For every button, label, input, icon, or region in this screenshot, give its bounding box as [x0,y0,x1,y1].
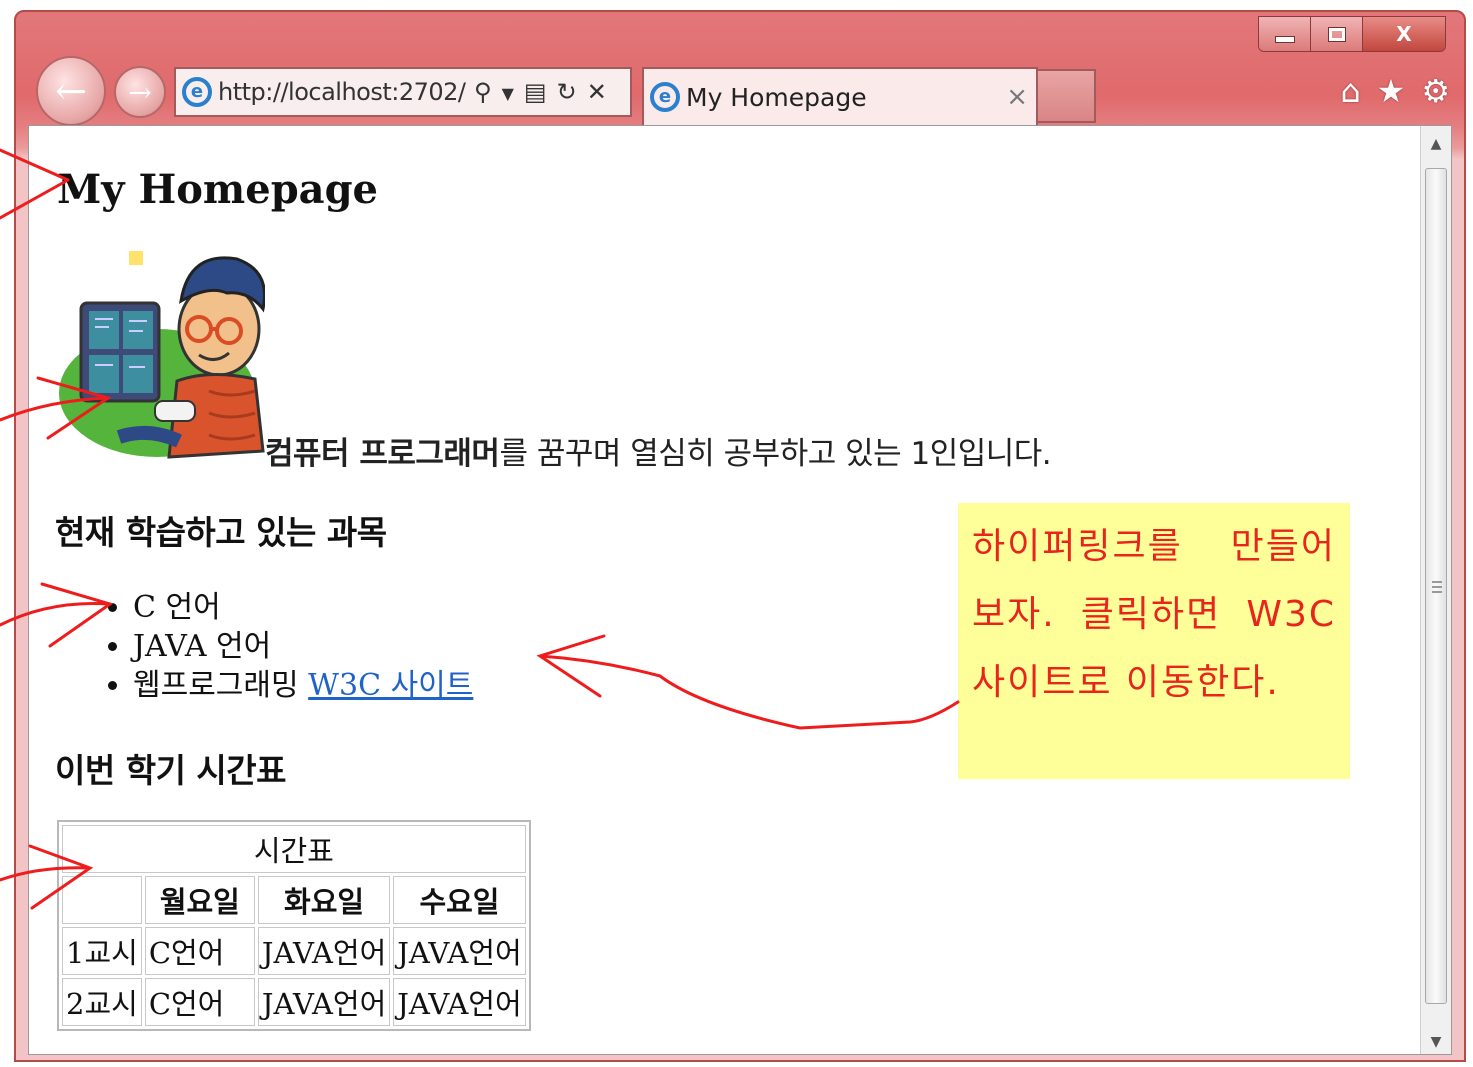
table-cell: JAVA언어 [393,927,526,975]
table-cell: JAVA언어 [393,978,526,1026]
table-cell: C언어 [144,978,255,1026]
table-row: 1교시 C언어 JAVA언어 JAVA언어 [62,927,526,975]
subject-c: C 언어 [133,590,221,625]
grip-icon [1432,581,1442,593]
gear-icon[interactable]: ⚙ [1421,72,1450,110]
intro-rest-text: 를 꿈꾸며 열심히 공부하고 있는 1인입니다. [499,436,1052,472]
maximize-icon [1328,27,1345,41]
intro-text: 컴퓨터 프로그래머를 꿈꾸며 열심히 공부하고 있는 1인입니다. [265,428,1052,473]
close-tab-icon[interactable]: × [1006,82,1028,112]
table-header-empty [62,876,142,924]
address-bar-icons: ⚲ ▼ ▤ ↻ ✕ [474,78,607,106]
search-icon[interactable]: ⚲ [474,78,492,106]
scroll-down-icon[interactable]: ▼ [1421,1034,1451,1050]
list-item: JAVA 언어 [133,627,473,666]
vertical-scrollbar[interactable]: ▲ ▼ [1420,126,1451,1054]
stop-icon[interactable]: ✕ [587,78,607,106]
minimize-button[interactable] [1259,17,1311,51]
ie-page-icon: e [182,77,212,107]
refresh-icon[interactable]: ↻ [557,78,577,106]
table-caption: 시간표 [62,825,526,873]
home-icon[interactable]: ⌂ [1340,72,1360,110]
subject-web: 웹프로그래밍 [133,668,299,703]
table-header-monday: 월요일 [144,876,255,924]
close-window-button[interactable]: X [1363,17,1445,51]
table-cell: JAVA언어 [257,927,391,975]
table-header-wednesday: 수요일 [393,876,526,924]
back-button[interactable]: ← [36,56,106,126]
back-arrow-icon: ← [55,69,87,113]
ie-tab-icon: e [650,82,680,112]
table-cell: C언어 [144,927,255,975]
list-item: 웹프로그래밍 W3C 사이트 [133,666,473,705]
annotation-callout: 하이퍼링크를 만들어보자. 클릭하면 W3C 사이트로 이동한다. [958,503,1350,779]
scrollbar-thumb[interactable] [1425,168,1447,1004]
tab-title: My Homepage [686,82,867,112]
page-title: My Homepage [57,166,378,213]
schedule-heading: 이번 학기 시간표 [55,751,287,790]
table-row: 2교시 C언어 JAVA언어 JAVA언어 [62,978,526,1026]
subjects-list: C 언어 JAVA 언어 웹프로그래밍 W3C 사이트 [97,588,473,705]
address-bar[interactable]: e http://localhost:2702/ ⚲ ▼ ▤ ↻ ✕ [174,67,632,117]
subjects-heading: 현재 학습하고 있는 과목 [55,513,387,552]
table-cell: 2교시 [62,978,142,1026]
url-text[interactable]: http://localhost:2702/ [218,78,468,106]
table-cell: 1교시 [62,927,142,975]
compatibility-view-icon[interactable]: ▤ [524,78,547,106]
star-icon[interactable]: ★ [1377,72,1406,110]
toolbar-icons: ⌂ ★ ⚙ [1340,72,1450,110]
table-header-row: 월요일 화요일 수요일 [62,876,526,924]
new-tab-button[interactable] [1038,69,1096,123]
dropdown-icon[interactable]: ▼ [502,84,514,106]
table-cell: JAVA언어 [257,978,391,1026]
list-item: C 언어 [133,588,473,627]
table-caption-row: 시간표 [62,825,526,873]
tab-my-homepage[interactable]: e My Homepage × [642,67,1038,125]
w3c-link[interactable]: W3C 사이트 [308,668,473,703]
maximize-button[interactable] [1311,17,1363,51]
minimize-icon [1274,35,1295,43]
timetable: 시간표 월요일 화요일 수요일 1교시 C언어 JAVA언어 JAVA언어 2교… [57,820,531,1031]
subject-java: JAVA 언어 [133,629,272,664]
table-header-tuesday: 화요일 [257,876,391,924]
window-controls: X [1258,16,1446,52]
intro-bold-text: 컴퓨터 프로그래머 [265,436,500,472]
forward-arrow-icon: → [128,75,152,109]
programmer-illustration [59,251,265,459]
scroll-up-icon[interactable]: ▲ [1421,136,1451,152]
forward-button[interactable]: → [114,66,166,118]
